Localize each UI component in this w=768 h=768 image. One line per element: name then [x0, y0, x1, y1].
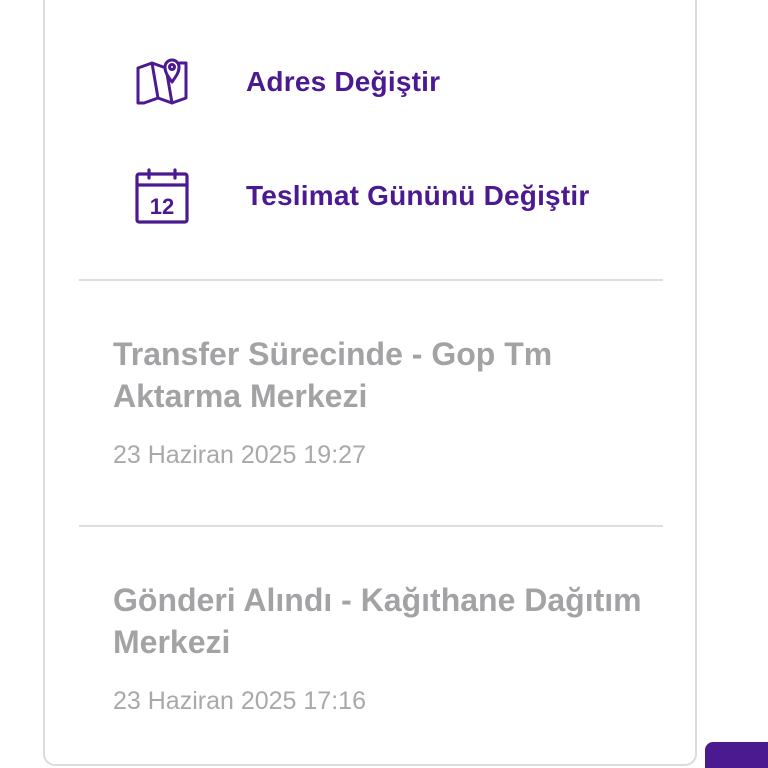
timeline-item-title: Transfer Sürecinde - Gop Tm Aktarma Merk…	[113, 336, 553, 414]
calendar-day-number: 12	[150, 194, 174, 219]
divider	[79, 279, 663, 281]
timeline-item: Transfer Sürecinde - Gop Tm Aktarma Merk…	[113, 333, 653, 471]
map-pin-icon	[134, 54, 190, 110]
timeline-item-time: 23 Haziran 2025 17:16	[113, 687, 366, 715]
timeline-item-title: Gönderi Alındı - Kağıthane Dağıtım Merke…	[113, 582, 642, 660]
change-address-button[interactable]: Adres Değiştir	[134, 54, 440, 110]
timeline-item: Gönderi Alındı - Kağıthane Dağıtım Merke…	[113, 579, 653, 717]
change-address-label: Adres Değiştir	[246, 66, 441, 97]
floating-action-tab[interactable]	[705, 742, 768, 768]
calendar-icon: 12	[134, 168, 190, 224]
page: Adres Değiştir 12 Teslimat Gününü Değişt…	[0, 0, 768, 768]
change-delivery-day-label: Teslimat Gününü Değiştir	[246, 180, 590, 211]
timeline-item-time: 23 Haziran 2025 19:27	[113, 441, 366, 469]
divider	[79, 525, 663, 527]
change-delivery-day-button[interactable]: 12 Teslimat Gününü Değiştir	[134, 168, 589, 224]
